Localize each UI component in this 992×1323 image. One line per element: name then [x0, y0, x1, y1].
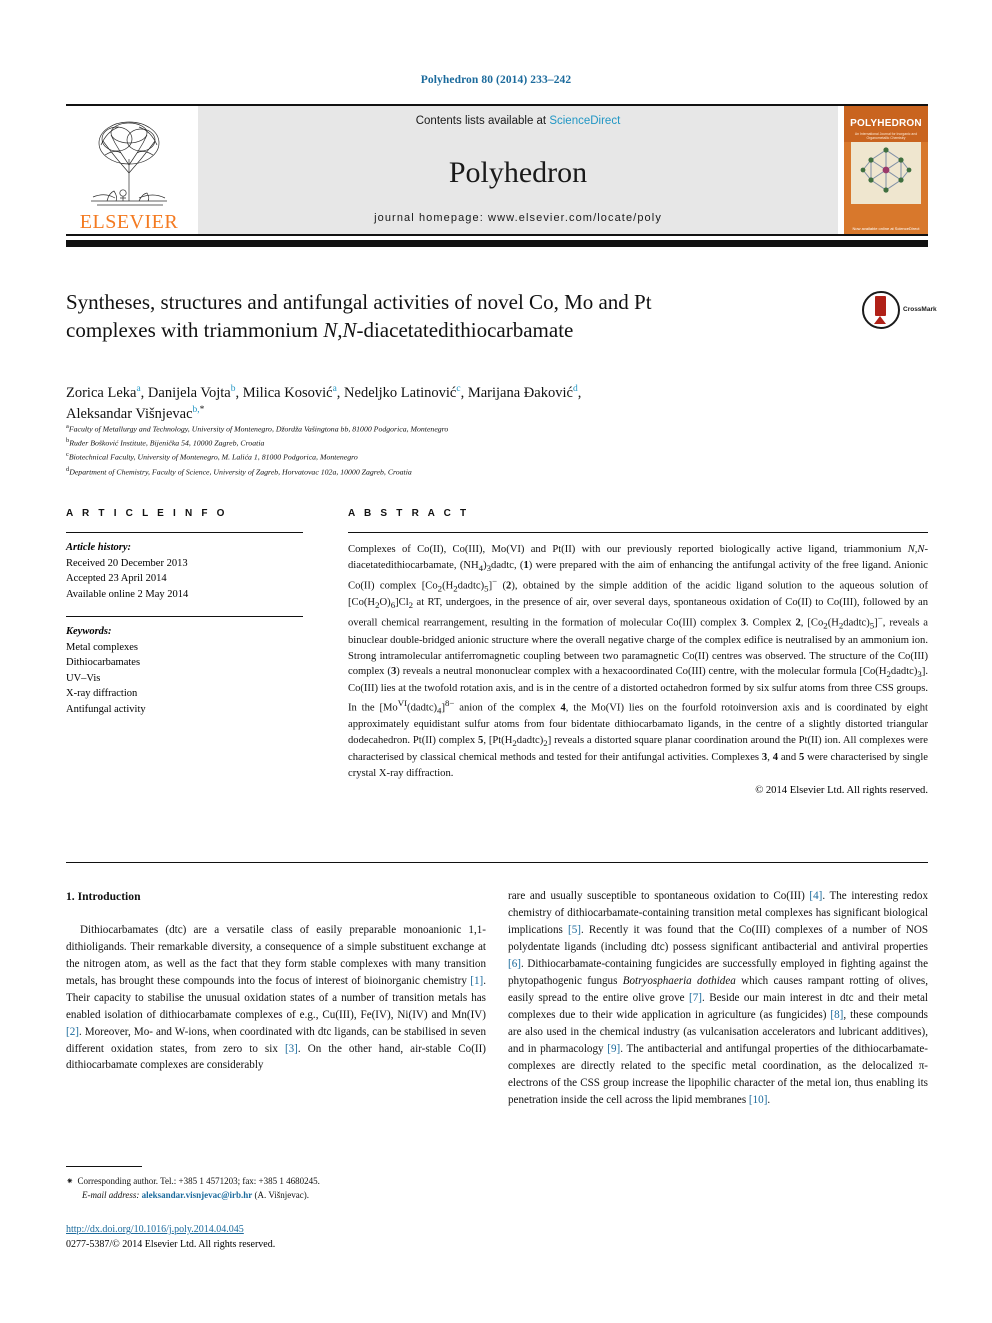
author-name[interactable]: Aleksandar Višnjevac	[66, 406, 193, 422]
elsevier-tree-icon	[77, 115, 181, 211]
author-sep: ,	[140, 385, 148, 401]
footnote-email-line: E-mail address: aleksandar.visnjevac@irb…	[66, 1188, 486, 1202]
abstract-section: A B S T R A C T Complexes of Co(II), Co(…	[348, 508, 928, 796]
author-sep: ,	[336, 385, 345, 401]
article-info-divider	[66, 532, 303, 533]
cover-subtitle: An International Journal for Inorganic a…	[854, 132, 918, 140]
cover-footer-band: Now available online at ScienceDirect	[844, 206, 928, 234]
crossmark-icon	[862, 291, 900, 329]
author-sep: ,	[577, 385, 582, 401]
title-line-2-prefix: complexes with triammonium	[66, 318, 324, 343]
article-history: Article history: Received 20 December 20…	[66, 540, 303, 602]
keywords-divider	[66, 616, 303, 618]
abstract-copyright: © 2014 Elsevier Ltd. All rights reserved…	[755, 785, 928, 797]
title-line-2-italic: N,N	[323, 318, 357, 343]
affiliation-item: dDepartment of Chemistry, Faculty of Sci…	[66, 465, 886, 479]
contents-prefix: Contents lists available at	[415, 115, 550, 127]
author-sep: ,	[235, 385, 243, 401]
citation-link[interactable]: [1]	[470, 975, 483, 987]
running-head: Polyhedron 80 (2014) 233–242	[420, 74, 572, 86]
footnote-divider	[66, 1166, 142, 1167]
citation-link[interactable]: [2]	[66, 1026, 79, 1038]
abstract-bottom-rule	[66, 862, 928, 863]
citation-link[interactable]: [7]	[689, 992, 702, 1004]
keyword-item: UV–Vis	[66, 672, 101, 684]
elsevier-wordmark: ELSEVIER	[79, 211, 179, 233]
received-date: Received 20 December 2013	[66, 557, 188, 569]
citation-link[interactable]: [5]	[568, 924, 581, 936]
masthead-bottom-rule	[66, 240, 928, 247]
intro-paragraph-right: rare and usually susceptible to spontane…	[508, 890, 929, 1106]
keywords-block: Keywords: Metal complexes Dithiocarbamat…	[66, 624, 303, 717]
article-info-heading: A R T I C L E I N F O	[66, 508, 228, 519]
journal-cover-thumbnail: POLYHEDRON An International Journal for …	[844, 106, 928, 234]
affiliation-text: Biotechnical Faculty, University of Mont…	[68, 453, 358, 463]
journal-masthead: ELSEVIER Contents lists available at Sci…	[66, 104, 928, 236]
article-history-label: Article history:	[66, 542, 132, 553]
footer-doi-block: http://dx.doi.org/10.1016/j.poly.2014.04…	[66, 1222, 496, 1252]
citation-link[interactable]: [4]	[809, 890, 822, 902]
email-owner: (A. Višnjevac).	[254, 1190, 310, 1201]
affiliation-list: aFaculty of Metallurgy and Technology, U…	[66, 422, 886, 479]
corresponding-author-marker: *	[199, 404, 205, 415]
citation-link[interactable]: [8]	[830, 1009, 843, 1021]
affiliation-item: aFaculty of Metallurgy and Technology, U…	[66, 422, 886, 436]
cover-footer-text: Now available online at ScienceDirect	[852, 226, 920, 231]
journal-homepage-link[interactable]: journal homepage: www.elsevier.com/locat…	[374, 212, 662, 224]
keyword-item: Antifungal activity	[66, 703, 146, 715]
available-online-date: Available online 2 May 2014	[66, 588, 189, 600]
author-name[interactable]: Nedeljko Latinović	[344, 385, 456, 401]
page-title: Syntheses, structures and antifungal act…	[66, 288, 836, 344]
issn-copyright-line: 0277-5387/© 2014 Elsevier Ltd. All right…	[66, 1239, 276, 1250]
citation-link[interactable]: [9]	[607, 1043, 620, 1055]
cover-title: POLYHEDRON	[850, 118, 922, 129]
author-list: Zorica Lekaa, Danijela Vojtab, Milica Ko…	[66, 383, 866, 424]
author-name[interactable]: Milica Kosović	[243, 385, 333, 401]
journal-title: Polyhedron	[448, 155, 588, 189]
citation-link[interactable]: [3]	[285, 1043, 298, 1055]
intro-paragraph-left: Dithiocarbamates (dtc) are a versatile c…	[66, 923, 486, 1072]
title-line-1: Syntheses, structures and antifungal act…	[66, 290, 652, 314]
email-address-label: E-mail address:	[82, 1190, 140, 1201]
paper-page: Polyhedron 80 (2014) 233–242 ELSEVIER Co…	[0, 0, 992, 1323]
author-sep: ,	[460, 385, 468, 401]
body-column-right: rare and usually susceptible to spontane…	[508, 888, 928, 1109]
affiliation-item: bRuđer Bošković Institute, Bijenička 54,…	[66, 436, 886, 450]
author-name[interactable]: Zorica Leka	[66, 385, 136, 401]
footnote-star-icon: ⁕	[66, 1176, 74, 1186]
title-line-2-suffix: -diacetatedithiocarbamate	[356, 318, 574, 343]
affiliation-text: Department of Chemistry, Faculty of Scie…	[69, 467, 412, 477]
email-link[interactable]: aleksandar.visnjevac@irb.hr	[142, 1190, 253, 1200]
author-affil-marker: b,	[192, 404, 200, 415]
cover-structure-image	[851, 142, 921, 204]
section-heading-introduction: 1. Introduction	[66, 890, 141, 903]
keyword-item: Dithiocarbamates	[66, 657, 141, 669]
body-column-left: 1. Introduction Dithiocarbamates (dtc) a…	[66, 888, 486, 1074]
abstract-heading: A B S T R A C T	[348, 508, 470, 519]
author-name[interactable]: Marijana Đaković	[468, 385, 573, 401]
author-name[interactable]: Danijela Vojta	[148, 385, 231, 401]
sciencedirect-link[interactable]: ScienceDirect	[549, 115, 620, 127]
keyword-item: Metal complexes	[66, 641, 139, 653]
masthead-center: Contents lists available at ScienceDirec…	[198, 106, 838, 234]
abstract-divider	[348, 532, 928, 533]
affiliation-text: Faculty of Metallurgy and Technology, Un…	[68, 424, 449, 434]
elsevier-logo: ELSEVIER	[66, 106, 192, 234]
affiliation-text: Ruđer Bošković Institute, Bijenička 54, …	[69, 438, 265, 448]
article-info-section: A R T I C L E I N F O Article history: R…	[66, 508, 303, 717]
footnote-corresponding-text: Corresponding author. Tel.: +385 1 45712…	[77, 1176, 320, 1186]
crossmark-badge[interactable]: CrossMark	[862, 286, 937, 334]
affiliation-item: cBiotechnical Faculty, University of Mon…	[66, 450, 886, 464]
keyword-item: X-ray diffraction	[66, 688, 138, 700]
keywords-label: Keywords:	[66, 626, 112, 638]
crossmark-label: CrossMark	[903, 306, 937, 314]
abstract-text: Complexes of Co(II), Co(III), Mo(VI) and…	[348, 544, 929, 779]
citation-link[interactable]: [6]	[508, 958, 521, 970]
contents-available-line: Contents lists available at ScienceDirec…	[416, 115, 621, 127]
accepted-date: Accepted 23 April 2014	[66, 573, 167, 585]
doi-link[interactable]: http://dx.doi.org/10.1016/j.poly.2014.04…	[66, 1222, 496, 1237]
citation-link[interactable]: [10]	[749, 1094, 767, 1106]
corresponding-author-footnote: ⁕ Corresponding author. Tel.: +385 1 4571…	[66, 1174, 486, 1202]
